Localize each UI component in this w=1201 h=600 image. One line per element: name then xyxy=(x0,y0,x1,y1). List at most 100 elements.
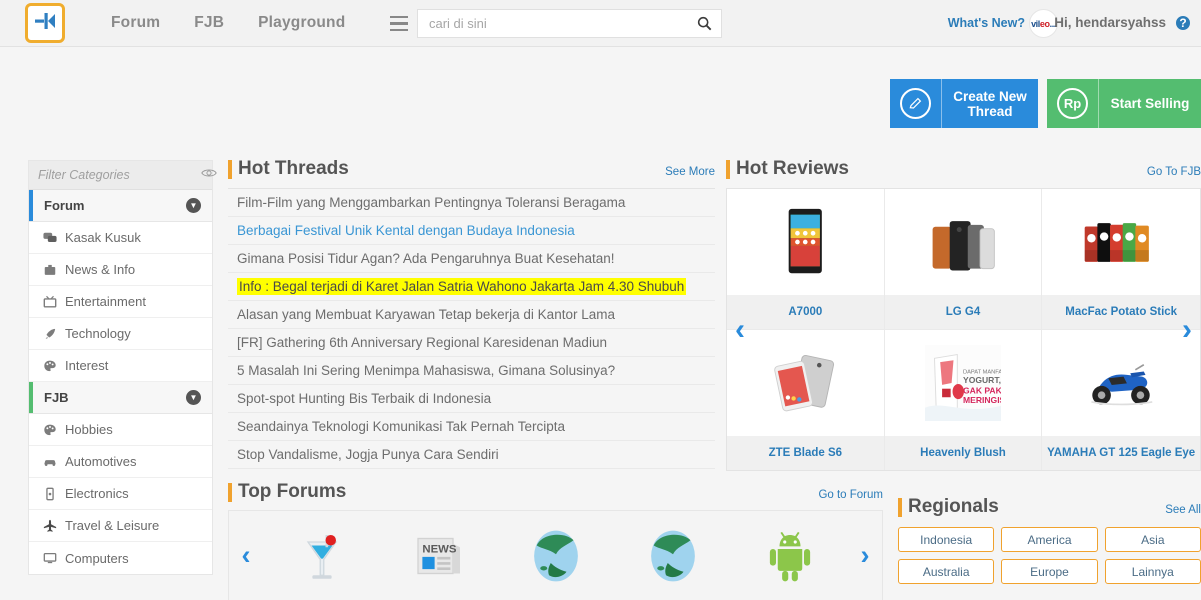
snack-packets-thumbnail xyxy=(1084,223,1150,263)
hot-review-card[interactable]: DAPAT MANFAAT YOGURT, GAK PAKAI MERINGIS… xyxy=(884,330,1043,470)
hot-thread-row[interactable]: Spot-spot Hunting Bis Terbaik di Indones… xyxy=(228,385,715,413)
nav-fjb[interactable]: FJB xyxy=(194,14,224,32)
user-greeting[interactable]: Hi, hendarsyahss xyxy=(1054,15,1166,30)
android-robot-icon xyxy=(769,531,810,581)
avatar-text: vileo... xyxy=(1031,18,1056,29)
svg-text:YOGURT,: YOGURT, xyxy=(963,375,1001,385)
sidebar-item-news-info[interactable]: News & Info xyxy=(29,254,212,286)
hot-thread-title: Stop Vandalisme, Jogja Punya Cara Sendir… xyxy=(237,447,499,462)
sidebar-item-kasak-kusuk[interactable]: Kasak Kusuk xyxy=(29,222,212,254)
kaskus-logo[interactable] xyxy=(25,3,65,43)
sidebar-item-technology[interactable]: Technology xyxy=(29,318,212,350)
tv-icon xyxy=(43,295,65,309)
globe-icon xyxy=(533,530,578,581)
top-forum-item[interactable] xyxy=(511,528,601,584)
palette-icon xyxy=(43,423,65,437)
hot-thread-row[interactable]: [FR] Gathering 6th Anniversary Regional … xyxy=(228,329,715,357)
hot-review-card[interactable]: YAMAHA GT 125 Eagle Eye xyxy=(1042,330,1200,470)
hot-thread-row[interactable]: Stop Vandalisme, Jogja Punya Cara Sendir… xyxy=(228,441,715,469)
group-accent-bar-fjb xyxy=(29,382,33,413)
chevron-down-icon[interactable]: ▼ xyxy=(186,198,201,213)
chevron-right-icon[interactable]: › xyxy=(848,542,882,569)
sidebar-group-fjb[interactable]: FJB ▼ xyxy=(29,382,212,414)
chevron-left-icon[interactable]: ‹ xyxy=(735,314,745,345)
eye-icon[interactable] xyxy=(201,166,217,184)
sidebar-group-forum[interactable]: Forum ▼ xyxy=(29,190,212,222)
group-accent-bar-forum xyxy=(29,190,33,221)
hot-threads-see-more-link[interactable]: See More xyxy=(665,166,715,178)
search-icon xyxy=(697,16,711,31)
globe-icon xyxy=(650,530,695,581)
cocktail-glass-icon xyxy=(306,534,337,579)
sidebar-item-hobbies[interactable]: Hobbies xyxy=(29,414,212,446)
hamburger-menu-icon[interactable] xyxy=(383,9,415,38)
hot-thread-row[interactable]: Alasan yang Membuat Karyawan Tetap beker… xyxy=(228,301,715,329)
hot-thread-row-highlighted[interactable]: Info : Begal terjadi di Karet Jalan Satr… xyxy=(228,273,715,301)
search-bar[interactable] xyxy=(417,9,722,38)
top-forums-title: Top Forums xyxy=(228,481,346,503)
eye-glyph xyxy=(201,169,217,177)
top-forums-panel: Top Forums Go to Forum ‹ NEWS › xyxy=(228,481,883,600)
regional-button-indonesia[interactable]: Indonesia xyxy=(898,527,995,552)
hot-thread-title: Seandainya Teknologi Komunikasi Tak Pern… xyxy=(237,419,565,434)
top-forum-item[interactable]: NEWS xyxy=(394,528,484,584)
regional-button-lainnya[interactable]: Lainnya xyxy=(1104,559,1201,584)
action-buttons: Create New Thread Rp Start Selling xyxy=(890,79,1201,128)
hot-thread-row[interactable]: Gimana Posisi Tidur Agan? Ada Pengaruhny… xyxy=(228,245,715,273)
pencil-glyph xyxy=(909,97,922,109)
rupiah-icon: Rp xyxy=(1057,88,1088,119)
regional-button-australia[interactable]: Australia xyxy=(898,559,995,584)
regional-button-asia[interactable]: Asia xyxy=(1104,527,1201,552)
sidebar-item-travel-leisure[interactable]: Travel & Leisure xyxy=(29,510,212,542)
sidebar-item-label: Electronics xyxy=(65,486,129,501)
nav-forum[interactable]: Forum xyxy=(111,14,160,32)
hot-review-card[interactable]: ZTE Blade S6 xyxy=(727,330,885,470)
sidebar-item-interest[interactable]: Interest xyxy=(29,350,212,382)
chevron-down-icon[interactable]: ▼ xyxy=(186,390,201,405)
hot-reviews-go-to-fjb-link[interactable]: Go To FJB xyxy=(1147,166,1201,178)
hot-thread-title: Berbagai Festival Unik Kental dengan Bud… xyxy=(237,223,575,238)
hot-review-name: LG G4 xyxy=(884,295,1042,329)
start-selling-button[interactable]: Rp Start Selling xyxy=(1047,79,1201,128)
chevron-left-icon[interactable]: ‹ xyxy=(229,542,263,569)
top-forum-item[interactable] xyxy=(277,528,367,584)
briefcase-icon xyxy=(43,263,65,277)
search-input[interactable] xyxy=(418,16,687,31)
top-forums-go-to-forum-link[interactable]: Go to Forum xyxy=(818,489,883,501)
sidebar-item-computers[interactable]: Computers xyxy=(29,542,212,574)
hot-reviews-grid: A7000 LG G4 MacFac Potato Stick ZTE Blad… xyxy=(726,188,1201,471)
whats-new-link[interactable]: What's New? xyxy=(948,16,1025,30)
sidebar-item-label: Entertainment xyxy=(65,294,146,309)
hot-review-card[interactable]: LG G4 xyxy=(884,189,1043,330)
sidebar-item-label: Travel & Leisure xyxy=(65,518,160,533)
hot-thread-row[interactable]: 5 Masalah Ini Sering Menimpa Mahasiswa, … xyxy=(228,357,715,385)
hot-review-name: A7000 xyxy=(727,295,884,329)
create-new-thread-button[interactable]: Create New Thread xyxy=(890,79,1038,128)
help-icon[interactable]: ? xyxy=(1174,14,1192,32)
hot-review-card[interactable]: MacFac Potato Stick xyxy=(1042,189,1200,330)
hot-thread-row[interactable]: Seandainya Teknologi Komunikasi Tak Pern… xyxy=(228,413,715,441)
hot-thread-row[interactable]: Film-Film yang Menggambarkan Pentingnya … xyxy=(228,189,715,217)
filter-categories-input[interactable] xyxy=(38,168,201,182)
top-forum-item[interactable] xyxy=(745,528,835,584)
top-forum-item[interactable] xyxy=(628,528,718,584)
regional-button-europe[interactable]: Europe xyxy=(1001,559,1098,584)
category-sidebar: Forum ▼ Kasak Kusuk News & Info Entertai… xyxy=(28,160,217,575)
hot-review-name: Heavenly Blush xyxy=(884,436,1042,470)
smartphone-zte-thumbnail xyxy=(774,354,835,412)
hot-thread-row[interactable]: Berbagai Festival Unik Kental dengan Bud… xyxy=(228,217,715,245)
hot-threads-header: Hot Threads See More xyxy=(228,158,715,180)
filter-categories-row[interactable] xyxy=(29,161,217,190)
sidebar-item-automotives[interactable]: Automotives xyxy=(29,446,212,478)
nav-playground[interactable]: Playground xyxy=(258,14,345,32)
search-button[interactable] xyxy=(687,10,721,37)
hot-review-card[interactable]: A7000 xyxy=(727,189,885,330)
sidebar-item-entertainment[interactable]: Entertainment xyxy=(29,286,212,318)
regionals-see-all-link[interactable]: See All xyxy=(1165,504,1201,516)
sidebar-item-label: News & Info xyxy=(65,262,136,277)
chevron-right-icon[interactable]: › xyxy=(1182,314,1192,345)
sidebar-item-electronics[interactable]: Electronics xyxy=(29,478,212,510)
regional-button-america[interactable]: America xyxy=(1001,527,1098,552)
svg-text:NEWS: NEWS xyxy=(422,543,457,555)
airplane-icon xyxy=(43,519,65,533)
